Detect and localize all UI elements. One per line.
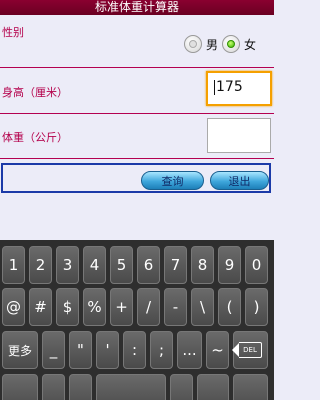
radio-female-dot — [227, 40, 236, 48]
weight-label: 体重（公斤） — [2, 131, 68, 144]
divider-1 — [0, 67, 274, 68]
title-bar: 标准体重计算器 — [0, 0, 274, 15]
key-9[interactable]: 9 — [218, 246, 241, 284]
exit-button[interactable]: 退出 — [210, 171, 269, 190]
key-enter[interactable] — [233, 374, 268, 400]
key-ellipsis[interactable]: ... — [177, 331, 202, 369]
key-dollar[interactable]: $ — [56, 288, 79, 326]
calculator-app: 标准体重计算器 性别 男 女 身高（厘米） 175 体重（公斤） 查询 退出 1… — [0, 0, 274, 400]
text-cursor — [214, 79, 215, 95]
height-input[interactable]: 175 — [206, 71, 272, 106]
key-colon[interactable]: : — [123, 331, 146, 369]
key-3[interactable]: 3 — [56, 246, 79, 284]
key-2[interactable]: 2 — [29, 246, 52, 284]
key-7[interactable]: 7 — [164, 246, 187, 284]
male-label: 男 — [206, 37, 219, 52]
key-double-quote[interactable]: " — [69, 331, 92, 369]
height-label: 身高（厘米） — [2, 86, 68, 99]
key-percent[interactable]: % — [83, 288, 106, 326]
key-backslash[interactable]: \ — [191, 288, 214, 326]
divider-2 — [0, 113, 274, 114]
soft-keyboard: 1 2 3 4 5 6 7 8 9 0 @ # $ % + / - \ ( ) … — [0, 240, 274, 400]
gender-label: 性别 — [2, 26, 24, 39]
query-button[interactable]: 查询 — [141, 171, 204, 190]
gender-radio-group: 男 女 — [184, 33, 260, 55]
weight-input[interactable] — [207, 118, 271, 153]
key-hash[interactable]: # — [29, 288, 52, 326]
key-row4-left[interactable] — [2, 374, 38, 400]
app-title: 标准体重计算器 — [94, 0, 179, 14]
key-5[interactable]: 5 — [110, 246, 133, 284]
key-slash[interactable]: / — [137, 288, 160, 326]
key-space[interactable] — [96, 374, 166, 400]
delete-key-label: DEL — [243, 346, 257, 354]
female-label: 女 — [244, 37, 257, 52]
height-value: 175 — [216, 79, 243, 95]
key-row4-6[interactable] — [197, 374, 229, 400]
key-open-paren[interactable]: ( — [218, 288, 241, 326]
key-minus[interactable]: - — [164, 288, 187, 326]
key-more[interactable]: 更多 — [2, 331, 38, 369]
delete-icon: DEL — [232, 342, 262, 358]
key-6[interactable]: 6 — [137, 246, 160, 284]
key-delete[interactable]: DEL — [232, 331, 268, 369]
radio-female[interactable] — [222, 35, 241, 53]
radio-male-dot — [189, 40, 197, 48]
divider-3 — [0, 158, 274, 159]
key-underscore[interactable]: _ — [42, 331, 65, 369]
key-plus[interactable]: + — [110, 288, 133, 326]
key-tilde[interactable]: ~ — [206, 331, 229, 369]
key-single-quote[interactable]: ' — [96, 331, 119, 369]
button-bar: 查询 退出 — [1, 163, 271, 193]
key-close-paren[interactable]: ) — [245, 288, 268, 326]
key-row4-3[interactable] — [69, 374, 92, 400]
key-4[interactable]: 4 — [83, 246, 106, 284]
key-0[interactable]: 0 — [245, 246, 268, 284]
key-1[interactable]: 1 — [2, 246, 25, 284]
key-row4-2[interactable] — [42, 374, 65, 400]
key-row4-5[interactable] — [170, 374, 193, 400]
key-8[interactable]: 8 — [191, 246, 214, 284]
key-at[interactable]: @ — [2, 288, 25, 326]
radio-male[interactable] — [184, 35, 202, 53]
key-semicolon[interactable]: ; — [150, 331, 173, 369]
